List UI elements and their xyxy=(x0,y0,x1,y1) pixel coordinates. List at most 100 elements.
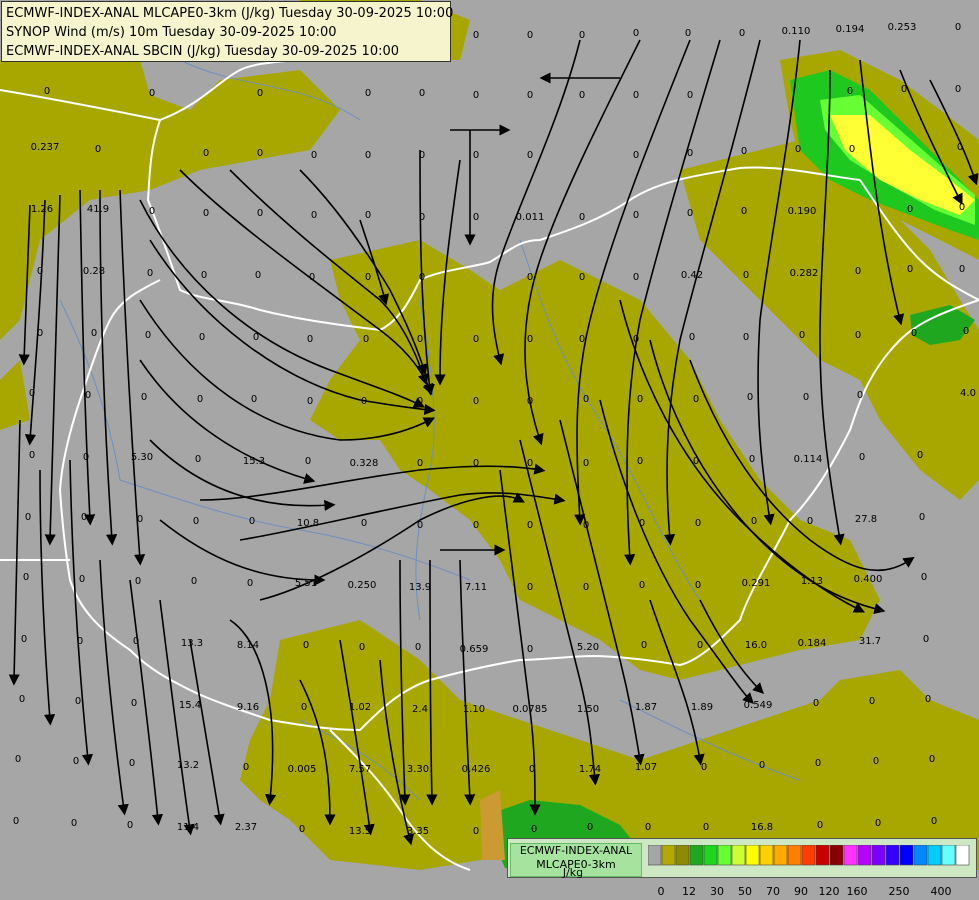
sbcin-value-label: 0 xyxy=(633,334,639,345)
sbcin-value-label: 0 xyxy=(307,396,313,407)
sbcin-value-label: 0 xyxy=(37,328,43,339)
sbcin-value-label: 0 xyxy=(203,148,209,159)
sbcin-value-label: 0 xyxy=(473,212,479,223)
sbcin-value-label: 13.3 xyxy=(181,638,203,649)
sbcin-value-label: 0 xyxy=(633,150,639,161)
legend-swatch xyxy=(703,845,718,866)
sbcin-value-label: 0 xyxy=(807,516,813,527)
sbcin-value-label: 0.110 xyxy=(782,26,811,37)
legend-swatch xyxy=(689,845,704,866)
sbcin-value-label: 5.20 xyxy=(577,642,599,653)
sbcin-value-label: 0 xyxy=(639,580,645,591)
sbcin-value-label: 0 xyxy=(695,580,701,591)
legend-swatch xyxy=(745,845,760,866)
sbcin-value-label: 0 xyxy=(147,268,153,279)
map-viewer: 0 0 0 0 0 0 0 0 0 0 0 0 0 0 0 0 0.110 0.194 0.253 0 0 0 0 0.237… xyxy=(0,0,979,900)
sbcin-value-label: 0 xyxy=(83,452,89,463)
sbcin-value-label: 0 xyxy=(693,456,699,467)
sbcin-value-label: 0 xyxy=(75,696,81,707)
sbcin-value-label: 0 xyxy=(307,334,313,345)
sbcin-value-label: 3.35 xyxy=(407,826,429,837)
sbcin-value-label: 0 xyxy=(739,28,745,39)
legend-swatches xyxy=(648,845,970,866)
sbcin-value-label: 0 xyxy=(81,512,87,523)
sbcin-value-label: 0 xyxy=(527,458,533,469)
sbcin-value-label: 0 xyxy=(639,518,645,529)
sbcin-value-label: 0 xyxy=(365,272,371,283)
cape-map[interactable]: 0 0 0 0 0 0 0 0 0 0 0 0 0 0 0 0 0.110 0.194 0.253 0 0 0 0 0.237… xyxy=(0,0,979,900)
legend-swatch xyxy=(913,845,928,866)
sbcin-value-label: 0 xyxy=(361,396,367,407)
sbcin-value-label: 0 xyxy=(685,28,691,39)
sbcin-value-label: 0 xyxy=(855,330,861,341)
sbcin-value-label: 0 xyxy=(473,334,479,345)
sbcin-value-label: 0 xyxy=(527,644,533,655)
legend-swatch xyxy=(773,845,788,866)
sbcin-value-label: 0 xyxy=(907,204,913,215)
sbcin-value-label: 31.7 xyxy=(859,636,881,647)
sbcin-value-label: 0 xyxy=(195,454,201,465)
sbcin-value-label: 0 xyxy=(309,272,315,283)
legend-swatch xyxy=(675,845,690,866)
sbcin-value-label: 0 xyxy=(149,88,155,99)
header-line-cape: ECMWF-INDEX-ANAL MLCAPE0-3km (J/kg) Tues… xyxy=(6,6,454,21)
sbcin-value-label: 0 xyxy=(85,390,91,401)
sbcin-value-label: 0 xyxy=(527,520,533,531)
sbcin-value-label: 0 xyxy=(473,520,479,531)
sbcin-value-label: 0 xyxy=(579,334,585,345)
sbcin-value-label: 0 xyxy=(875,818,881,829)
sbcin-value-label: 0 xyxy=(633,90,639,101)
sbcin-value-label: 0 xyxy=(527,582,533,593)
sbcin-value-label: 13.5 xyxy=(349,826,371,837)
sbcin-value-label: 0 xyxy=(255,270,261,281)
sbcin-value-label: 0 xyxy=(751,516,757,527)
sbcin-value-label: 0 xyxy=(583,520,589,531)
sbcin-value-label: 0 xyxy=(25,512,31,523)
legend-swatch xyxy=(899,845,914,866)
sbcin-value-label: 0 xyxy=(197,394,203,405)
sbcin-value-label: 0 xyxy=(527,396,533,407)
header-line-cin: ECMWF-INDEX-ANAL SBCIN (J/kg) Tuesday 30… xyxy=(6,44,400,59)
legend-title-line1: ECMWF-INDEX-ANAL xyxy=(519,844,633,857)
sbcin-value-label: 0.184 xyxy=(798,638,827,649)
sbcin-value-label: 0 xyxy=(311,150,317,161)
legend-swatch xyxy=(829,845,844,866)
sbcin-value-label: 0 xyxy=(129,758,135,769)
sbcin-value-label: 0 xyxy=(247,578,253,589)
sbcin-value-label: 0 xyxy=(919,512,925,523)
sbcin-value-label: 0 xyxy=(959,264,965,275)
sbcin-value-label: 9.16 xyxy=(237,702,259,713)
sbcin-value-label: 0 xyxy=(37,266,43,277)
sbcin-value-label: 0 xyxy=(697,640,703,651)
sbcin-value-label: 0 xyxy=(693,394,699,405)
sbcin-value-label: 0 xyxy=(417,520,423,531)
sbcin-value-label: 0 xyxy=(637,456,643,467)
sbcin-value-label: 0 xyxy=(201,270,207,281)
legend-swatch xyxy=(927,845,942,866)
sbcin-value-label: 0 xyxy=(925,694,931,705)
sbcin-value-label: 0 xyxy=(253,332,259,343)
sbcin-value-label: 10.8 xyxy=(297,518,319,529)
sbcin-value-label: 1.87 xyxy=(635,702,657,713)
sbcin-value-label: 0 xyxy=(687,208,693,219)
legend-swatch xyxy=(955,845,970,866)
sbcin-value-label: 5.30 xyxy=(131,452,153,463)
sbcin-value-label: 0 xyxy=(193,516,199,527)
sbcin-value-label: 0 xyxy=(527,150,533,161)
sbcin-value-label: 0 xyxy=(365,210,371,221)
sbcin-value-label: 0 xyxy=(583,394,589,405)
sbcin-value-label: 0 xyxy=(529,764,535,775)
sbcin-value-label: 0.549 xyxy=(744,700,773,711)
sbcin-value-label: 0 xyxy=(873,756,879,767)
sbcin-value-label: 0 xyxy=(687,90,693,101)
sbcin-value-label: 0 xyxy=(473,826,479,837)
legend-swatch xyxy=(843,845,858,866)
sbcin-value-label: 0 xyxy=(473,150,479,161)
sbcin-value-label: 0 xyxy=(199,332,205,343)
sbcin-value-label: 0 xyxy=(203,208,209,219)
sbcin-value-label: 0 xyxy=(13,816,19,827)
legend-swatch xyxy=(661,845,676,866)
sbcin-value-label: 0.328 xyxy=(350,458,379,469)
legend-swatch xyxy=(787,845,802,866)
sbcin-value-label: 1.10 xyxy=(463,704,485,715)
